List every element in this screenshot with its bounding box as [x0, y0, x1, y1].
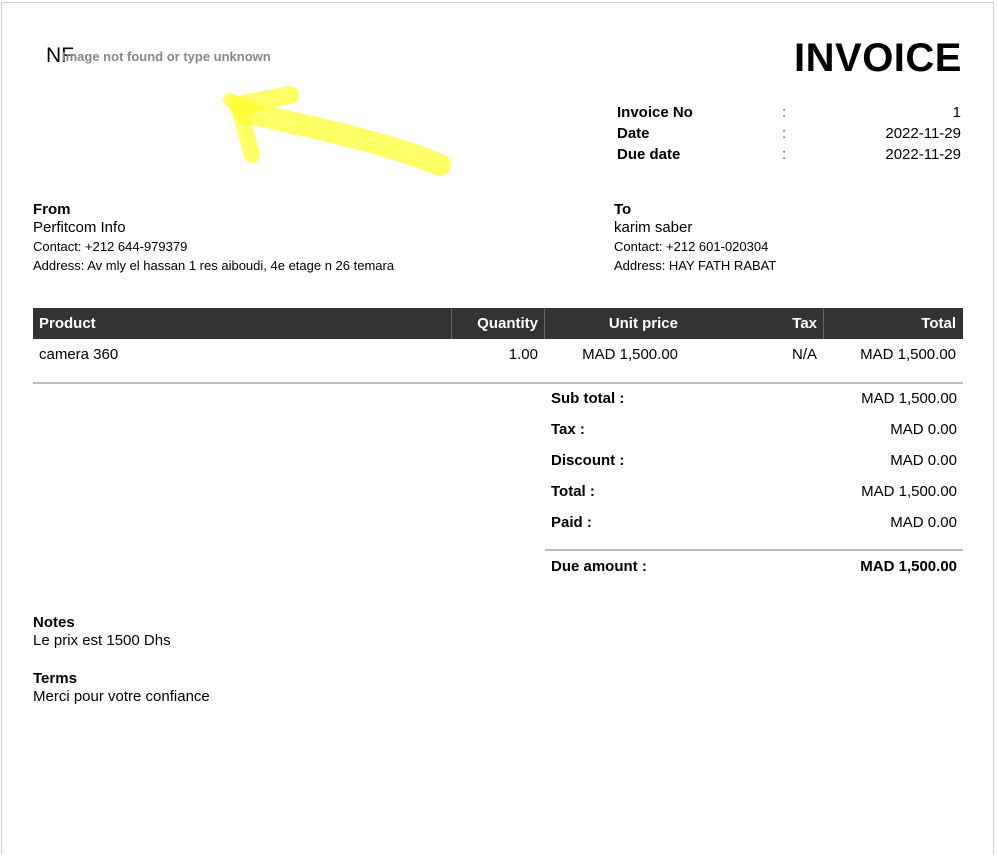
notes-heading: Notes	[33, 614, 75, 631]
meta-invoice-no: Invoice No : 1	[617, 104, 961, 125]
cell-product: camera 360	[39, 346, 119, 363]
meta-value: 1	[952, 104, 961, 121]
meta-date: Date : 2022-11-29	[617, 125, 961, 146]
to-name: karim saber	[614, 219, 693, 236]
meta-label: Due date	[617, 146, 681, 163]
meta-label: Invoice No	[617, 104, 693, 121]
summary-label: Total :	[551, 483, 595, 500]
column-header-unit-price: Unit price	[608, 315, 678, 332]
meta-separator: :	[782, 146, 787, 163]
summary-label: Discount :	[551, 452, 625, 469]
column-header-quantity: Quantity	[477, 315, 538, 332]
summary-value: MAD 0.00	[890, 452, 957, 469]
cell-quantity: 1.00	[508, 346, 538, 363]
items-table-header: Product Quantity Unit price Tax Total	[33, 308, 963, 339]
from-heading: From	[33, 201, 71, 218]
summary-divider	[545, 549, 963, 551]
from-contact: Contact: +212 644-979379	[33, 239, 188, 254]
meta-value: 2022-11-29	[885, 146, 961, 163]
to-heading: To	[614, 201, 632, 218]
invoice-title: INVOICE	[794, 36, 962, 80]
summary-value: MAD 0.00	[890, 514, 957, 531]
summary-value: MAD 1,500.00	[861, 390, 957, 407]
table-divider	[33, 382, 963, 384]
summary-label: Tax :	[551, 421, 585, 438]
terms-heading: Terms	[33, 670, 77, 687]
meta-separator: :	[782, 125, 787, 142]
summary-value: MAD 1,500.00	[861, 483, 957, 500]
due-amount-label: Due amount :	[551, 558, 647, 575]
summary-label: Sub total :	[551, 390, 625, 407]
notes-text: Le prix est 1500 Dhs	[33, 632, 171, 649]
cell-tax: N/A	[791, 346, 817, 363]
column-header-total: Total	[921, 315, 956, 332]
table-row: camera 360 1.00 MAD 1,500.00 N/A MAD 1,5…	[33, 346, 963, 368]
meta-value: 2022-11-29	[885, 125, 961, 142]
cell-unit-price: MAD 1,500.00	[582, 346, 678, 363]
column-header-product: Product	[39, 315, 96, 332]
to-contact: Contact: +212 601-020304	[614, 239, 769, 254]
from-address: Address: Av mly el hassan 1 res aiboudi,…	[33, 258, 395, 273]
due-amount-value: MAD 1,500.00	[860, 558, 957, 575]
summary-label: Paid :	[551, 514, 592, 531]
cell-total: MAD 1,500.00	[860, 346, 956, 363]
summary-value: MAD 0.00	[890, 421, 957, 438]
to-address: Address: HAY FATH RABAT	[614, 258, 777, 273]
meta-separator: :	[782, 104, 787, 121]
terms-text: Merci pour votre confiance	[33, 688, 210, 705]
column-header-tax: Tax	[792, 315, 817, 332]
broken-image-text: Image not found or type unknown	[62, 49, 271, 64]
meta-due-date: Due date : 2022-11-29	[617, 146, 961, 167]
meta-label: Date	[617, 125, 650, 142]
from-name: Perfitcom Info	[33, 219, 126, 236]
